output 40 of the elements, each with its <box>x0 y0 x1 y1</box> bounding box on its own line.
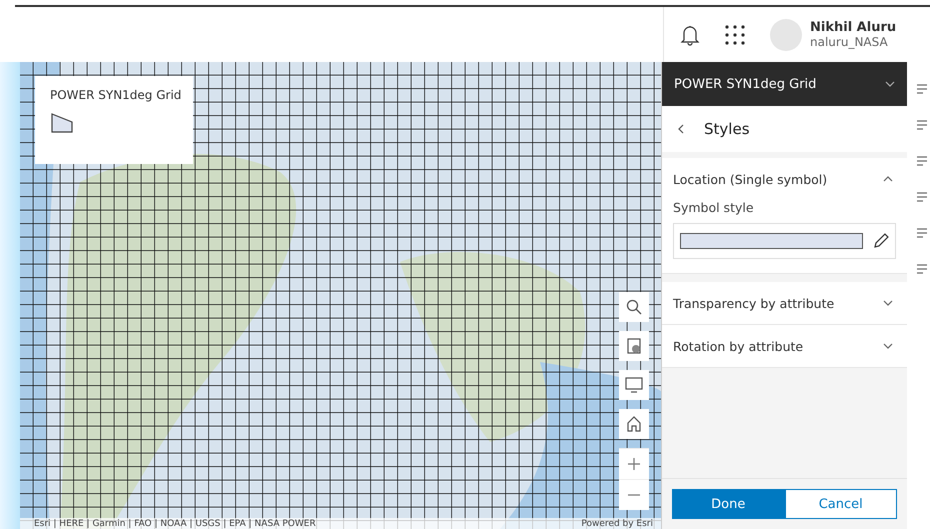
monitor-icon <box>625 377 644 393</box>
home-icon <box>626 416 642 432</box>
user-name: Nikhil Aluru <box>810 20 896 35</box>
legend-title: POWER SYN1deg Grid <box>50 88 178 102</box>
polygon-symbol-icon <box>50 112 74 134</box>
toolbar-tool-icon[interactable] <box>915 154 930 168</box>
search-icon <box>626 299 642 315</box>
basemap-gallery-button[interactable] <box>619 331 650 361</box>
chevron-icon <box>883 343 894 349</box>
map-attribution: Esri | HERE | Garmin | FAO | NOAA | USGS | EPA | NASA POWER <box>34 519 316 529</box>
chevron-icon <box>883 300 894 306</box>
section-header[interactable]: Location (Single symbol) <box>662 158 908 200</box>
pencil-icon[interactable] <box>873 233 890 249</box>
powered-by-text: Powered by Esri <box>581 519 654 529</box>
apps-grid-icon[interactable] <box>724 24 746 46</box>
section-header[interactable]: Transparency by attribute <box>662 282 908 324</box>
panel-button[interactable]: Done <box>672 489 785 519</box>
back-icon[interactable] <box>678 124 684 134</box>
plus-icon <box>628 458 640 470</box>
home-button[interactable] <box>619 409 650 439</box>
layer-title: POWER SYN1deg Grid <box>674 76 816 92</box>
toolbar-tool-icon[interactable] <box>915 226 930 240</box>
toolbar-tool-icon[interactable] <box>915 190 930 204</box>
username: naluru_NASA <box>810 35 889 49</box>
chevron-icon <box>883 176 894 182</box>
layer-header[interactable]: POWER SYN1deg Grid <box>662 62 908 106</box>
panel-heading: Styles <box>704 120 750 138</box>
chevron-down-icon <box>885 81 896 87</box>
search-button[interactable] <box>619 292 650 322</box>
toolbar-tool-icon[interactable] <box>915 118 930 132</box>
symbol-style-picker[interactable] <box>673 223 896 259</box>
zoom-in-button[interactable] <box>619 448 650 479</box>
notification-bell-icon[interactable] <box>680 24 700 46</box>
toolbar-tool-icon[interactable] <box>915 82 930 96</box>
screen-button[interactable] <box>619 370 650 400</box>
field-label: Symbol style <box>673 200 755 215</box>
map-view[interactable]: POWER SYN1deg Grid Esri | HERE | Garmin | FAO | NOAA | USGS | EPA | NASA POWER Powered by Esri <box>20 62 662 529</box>
toolbar-tool-icon[interactable] <box>915 262 930 276</box>
panel-button[interactable]: Cancel <box>784 489 898 519</box>
section-header[interactable]: Rotation by attribute <box>662 325 908 367</box>
